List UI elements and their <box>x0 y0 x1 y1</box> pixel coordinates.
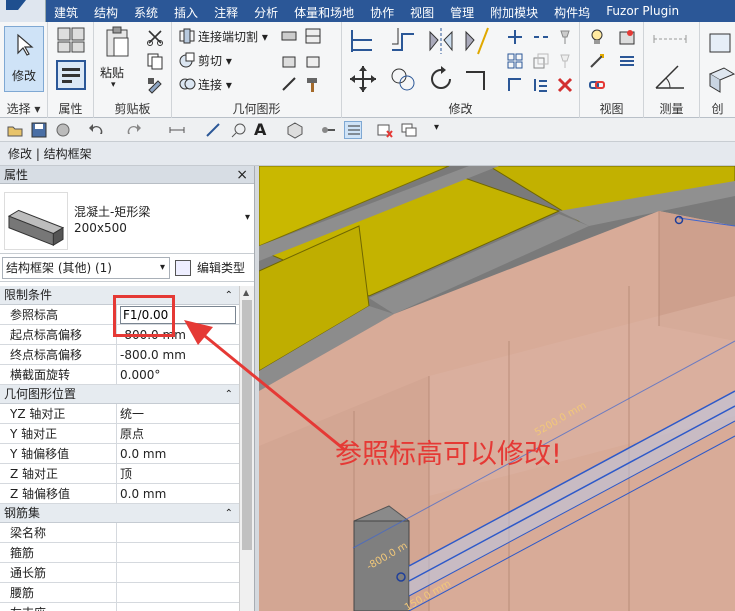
annotation-arrow-icon <box>184 320 346 452</box>
annotation-text: 参照标高可以修改! <box>335 439 562 470</box>
